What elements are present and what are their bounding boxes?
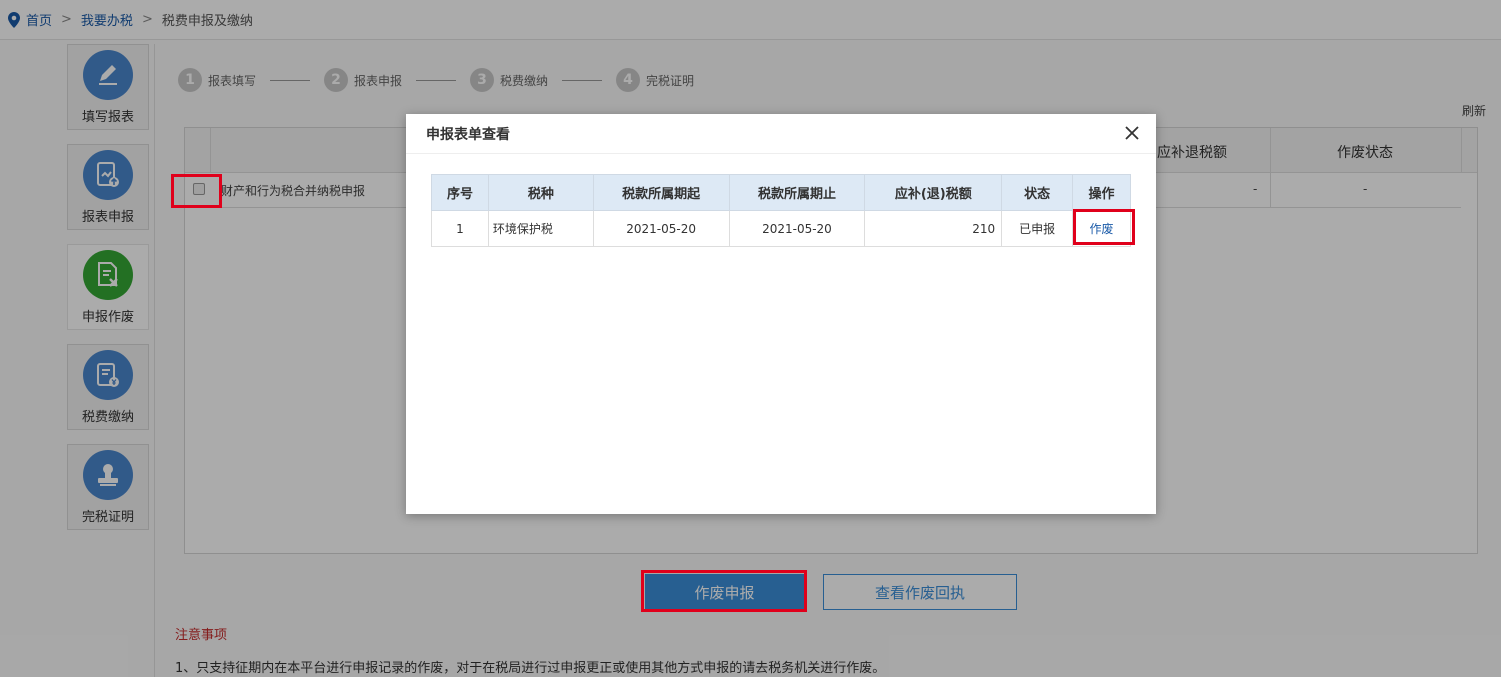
cell-amount: 210 <box>864 210 1003 247</box>
cell-period-end: 2021-05-20 <box>728 210 866 247</box>
table-header-row: 序号 税种 税款所属期起 税款所属期止 应补(退)税额 状态 操作 <box>431 174 1131 211</box>
column-header-seq: 序号 <box>431 174 489 211</box>
cell-tax-type: 环境保护税 <box>487 210 594 247</box>
column-header-status: 状态 <box>1001 174 1074 211</box>
declaration-detail-table: 序号 税种 税款所属期起 税款所属期止 应补(退)税额 状态 操作 1 环境保护… <box>431 174 1131 247</box>
column-header-action: 操作 <box>1072 174 1131 211</box>
column-header-amount: 应补(退)税额 <box>864 174 1003 211</box>
dialog-header: 申报表单查看 <box>406 114 1156 154</box>
void-link[interactable]: 作废 <box>1090 222 1114 236</box>
table-row: 1 环境保护税 2021-05-20 2021-05-20 210 已申报 作废 <box>431 210 1131 247</box>
close-icon[interactable] <box>1122 123 1142 143</box>
column-header-tax-type: 税种 <box>487 174 594 211</box>
cell-status: 已申报 <box>1001 210 1074 247</box>
cell-period-start: 2021-05-20 <box>592 210 730 247</box>
declaration-view-dialog: 申报表单查看 序号 税种 税款所属期起 税款所属期止 应补(退)税额 状态 操作… <box>406 114 1156 514</box>
column-header-period-end: 税款所属期止 <box>728 174 866 211</box>
dialog-title: 申报表单查看 <box>426 126 510 143</box>
cell-seq: 1 <box>431 210 489 247</box>
cell-action: 作废 <box>1072 210 1131 247</box>
column-header-period-start: 税款所属期起 <box>592 174 730 211</box>
